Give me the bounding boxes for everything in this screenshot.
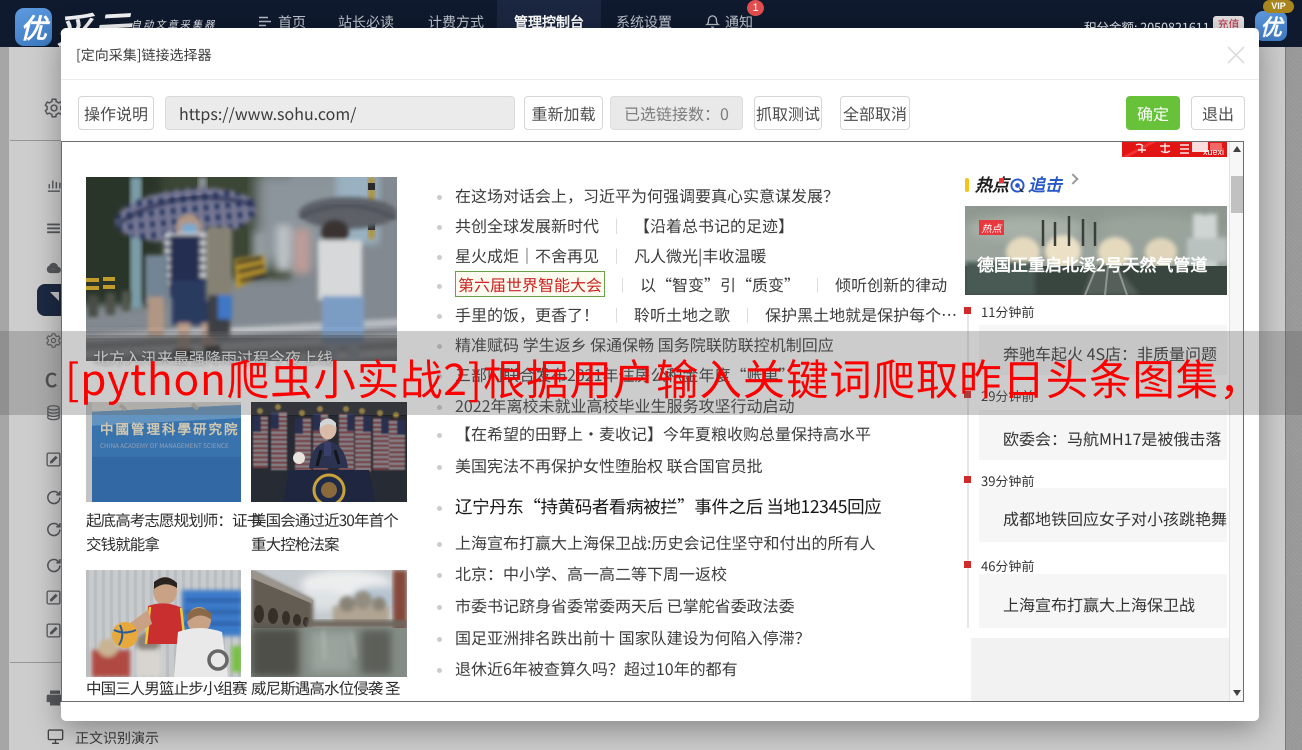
svg-text:CHINA ACADEMY OF MANAGEMENT SC: CHINA ACADEMY OF MANAGEMENT SCIENCE <box>100 441 229 450</box>
svg-text:中國管理科學研究院: 中國管理科學研究院 <box>100 418 240 438</box>
